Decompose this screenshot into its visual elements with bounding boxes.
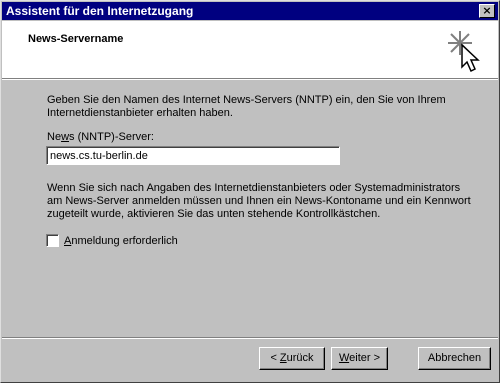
wizard-window: Assistent für den Internetzugang × News-… [0,0,500,383]
close-icon: × [482,4,492,17]
page-title: News-Servername [28,33,124,45]
login-required-label[interactable]: Anmeldung erforderlich [64,235,178,248]
header-divider [2,78,498,80]
next-button[interactable]: Weiter > [331,347,388,370]
info-text: Wenn Sie sich nach Angaben des Internetd… [47,182,471,220]
login-required-checkbox[interactable] [46,234,59,247]
window-title: Assistent für den Internetzugang [6,4,194,18]
footer-divider [2,337,498,339]
news-server-input[interactable] [46,146,340,165]
title-bar[interactable]: Assistent für den Internetzugang × [2,2,498,20]
close-button[interactable]: × [479,4,495,18]
back-button[interactable]: < Zurück [259,347,325,370]
cancel-button[interactable]: Abbrechen [418,347,491,370]
intro-text: Geben Sie den Namen des Internet News-Se… [47,94,446,119]
server-label: News (NNTP)-Server: [47,131,154,143]
wizard-sparkle-cursor-icon [448,31,480,73]
wizard-header: News-Servername [2,21,498,78]
